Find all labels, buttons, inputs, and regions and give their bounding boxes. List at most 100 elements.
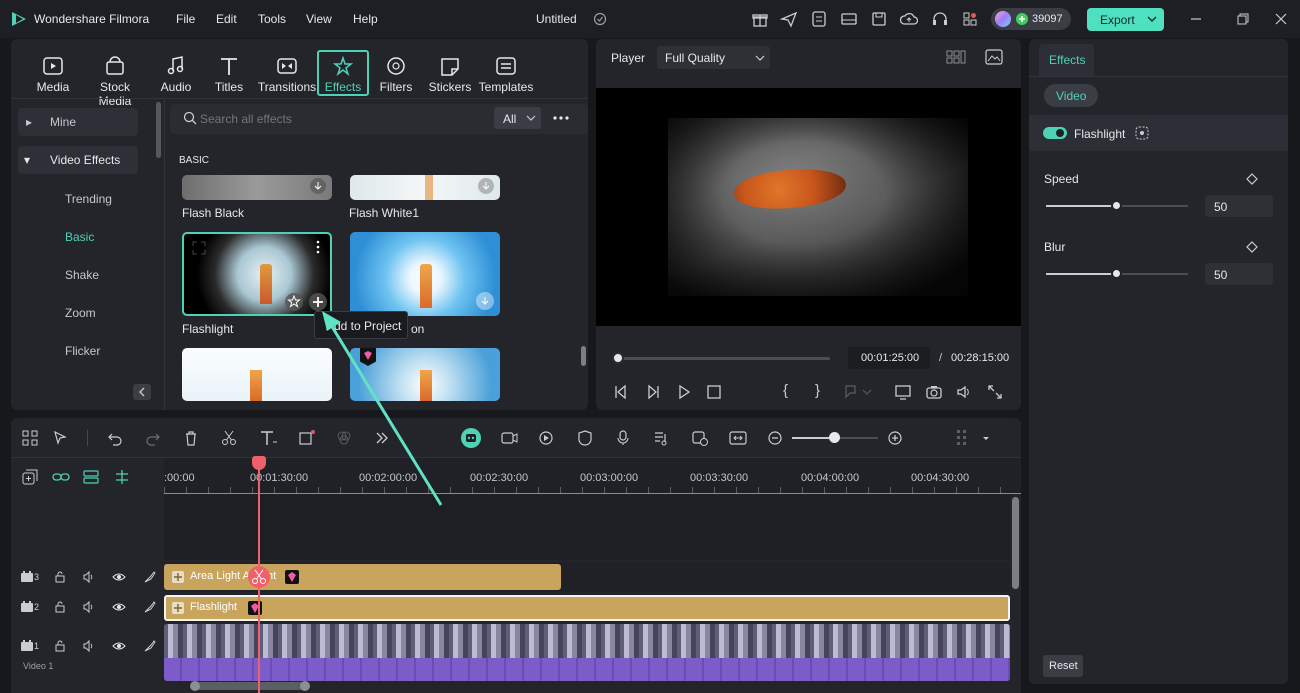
keyframe-diamond-icon[interactable] — [1246, 173, 1258, 185]
add-track-icon[interactable] — [22, 469, 38, 485]
blur-input[interactable]: 50 — [1205, 263, 1273, 285]
paint-brush-icon[interactable] — [143, 600, 157, 614]
zoom-in-icon[interactable] — [887, 430, 903, 446]
gift-icon[interactable] — [751, 10, 769, 28]
play-icon[interactable] — [675, 383, 693, 401]
download-icon[interactable] — [478, 178, 494, 194]
add-icon[interactable] — [309, 293, 327, 311]
tab-templates[interactable]: Templates — [476, 54, 536, 96]
next-frame-icon[interactable] — [644, 383, 662, 401]
speaker-icon[interactable] — [82, 600, 96, 614]
menu-file[interactable]: File — [176, 12, 195, 26]
collapse-sidebar-button[interactable] — [133, 384, 151, 400]
paint-brush-icon[interactable] — [143, 639, 157, 653]
filter-dropdown[interactable]: All — [494, 107, 541, 129]
tab-effects[interactable]: Effects — [317, 50, 369, 96]
speed-clip-icon[interactable] — [691, 430, 708, 446]
eye-icon[interactable] — [112, 570, 126, 584]
tab-stock-media[interactable]: Stock Media — [82, 54, 148, 108]
previous-frame-icon[interactable] — [612, 383, 630, 401]
delete-icon[interactable] — [183, 430, 199, 446]
headset-icon[interactable] — [931, 10, 949, 28]
hscroll-handle-right[interactable] — [300, 681, 310, 691]
subtab-video[interactable]: Video — [1044, 84, 1098, 107]
eye-icon[interactable] — [112, 639, 126, 653]
effect-thumb-spotlight[interactable] — [350, 232, 500, 316]
current-time-field[interactable]: 00:01:25:00 — [848, 347, 930, 369]
effect-settings-icon[interactable] — [1135, 126, 1149, 140]
lock-icon[interactable] — [53, 639, 67, 653]
close-icon[interactable] — [1274, 12, 1288, 26]
quality-dropdown[interactable]: Full Quality — [657, 46, 770, 69]
video-add-icon[interactable] — [500, 430, 518, 446]
ai-robot-icon[interactable] — [461, 428, 481, 448]
color-match-icon[interactable] — [336, 430, 352, 446]
cloud-upload-icon[interactable] — [900, 10, 918, 28]
tab-transitions[interactable]: Transitions — [256, 54, 318, 96]
stop-icon[interactable] — [705, 383, 723, 401]
clip-area-light-accent[interactable]: Area Light Accent — [164, 564, 561, 590]
text-tool-icon[interactable] — [259, 430, 277, 446]
document-icon[interactable] — [810, 10, 828, 28]
sidebar-scrollbar[interactable] — [156, 102, 161, 158]
tab-stickers[interactable]: Stickers — [420, 54, 480, 96]
blur-slider-handle[interactable] — [1111, 268, 1122, 279]
audio-list-icon[interactable] — [653, 430, 669, 446]
sidebar-item-mine[interactable]: ▸ Mine — [18, 108, 138, 136]
player-scrubber-handle[interactable] — [612, 352, 624, 364]
video-preview[interactable] — [596, 88, 1021, 326]
sidebar-item-zoom[interactable]: Zoom — [65, 306, 96, 320]
effect-thumb[interactable] — [182, 348, 332, 401]
snapshot-image-icon[interactable] — [985, 49, 1003, 65]
timeline-vscrollbar[interactable] — [1012, 497, 1019, 589]
effect-thumb[interactable] — [350, 348, 500, 401]
effect-thumb-flash-black[interactable] — [182, 175, 332, 200]
split-scissors-icon[interactable] — [248, 566, 270, 588]
menu-help[interactable]: Help — [353, 12, 378, 26]
mark-in-icon[interactable]: { — [783, 382, 788, 399]
favorite-star-icon[interactable] — [285, 293, 303, 311]
lock-icon[interactable] — [53, 600, 67, 614]
tab-media[interactable]: Media — [23, 54, 83, 96]
tab-audio[interactable]: Audio — [146, 54, 206, 96]
select-tool-icon[interactable] — [53, 430, 69, 446]
effects-scrollbar[interactable] — [581, 346, 586, 366]
minimize-icon[interactable] — [1189, 12, 1203, 26]
link-icon[interactable] — [52, 469, 70, 485]
zoom-slider-handle[interactable] — [829, 432, 840, 443]
keyframe-diamond-icon[interactable] — [1246, 241, 1258, 253]
microphone-icon[interactable] — [615, 430, 631, 446]
sidebar-item-video-effects[interactable]: ▾ Video Effects — [18, 146, 138, 174]
speaker-icon[interactable] — [82, 570, 96, 584]
maximize-icon[interactable] — [1236, 12, 1250, 26]
apps-icon[interactable] — [961, 10, 979, 28]
reset-button[interactable]: Reset — [1043, 655, 1083, 677]
player-progress-track[interactable] — [614, 357, 830, 360]
menu-edit[interactable]: Edit — [216, 12, 237, 26]
menu-view[interactable]: View — [306, 12, 332, 26]
export-button[interactable]: Export — [1087, 8, 1164, 31]
marker-icon[interactable] — [843, 383, 872, 401]
credits-badge[interactable]: 39097 — [991, 8, 1071, 30]
tab-filters[interactable]: Filters — [366, 54, 426, 96]
camera-icon[interactable] — [925, 383, 943, 401]
kebab-menu-icon[interactable] — [315, 240, 321, 254]
zoom-out-icon[interactable] — [767, 430, 783, 446]
lock-icon[interactable] — [53, 570, 67, 584]
snap-icon[interactable] — [114, 469, 130, 485]
video-clip[interactable] — [164, 624, 1010, 681]
effect-thumb-flashlight[interactable] — [182, 232, 332, 316]
grid-view-icon[interactable] — [946, 50, 966, 64]
crop-icon[interactable] — [298, 430, 315, 446]
search-input[interactable] — [200, 110, 480, 128]
fit-width-icon[interactable] — [729, 430, 747, 446]
redo-icon[interactable] — [145, 430, 161, 446]
save-icon[interactable] — [870, 10, 888, 28]
download-icon[interactable] — [476, 292, 494, 310]
sidebar-item-basic[interactable]: Basic — [65, 230, 94, 244]
display-icon[interactable] — [894, 383, 912, 401]
layout-icon[interactable] — [840, 10, 858, 28]
send-icon[interactable] — [780, 10, 798, 28]
clip-flashlight[interactable]: Flashlight — [164, 595, 1010, 621]
sidebar-item-flicker[interactable]: Flicker — [65, 344, 100, 358]
